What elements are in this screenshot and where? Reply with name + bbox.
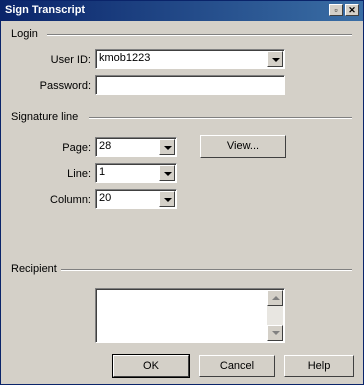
- restore-icon: ▫: [334, 5, 338, 15]
- chevron-down-icon: [164, 198, 172, 202]
- recipient-divider: [61, 269, 352, 271]
- recipient-scrollbar[interactable]: [267, 290, 283, 341]
- chevron-down-icon: [272, 58, 280, 62]
- column-combobox[interactable]: 20: [95, 189, 177, 209]
- window-title: Sign Transcript: [5, 4, 86, 16]
- chevron-down-icon: [164, 172, 172, 176]
- title-bar[interactable]: Sign Transcript ▫ ✕: [1, 1, 363, 21]
- user-id-dropdown-button[interactable]: [267, 51, 283, 67]
- ok-button-label: OK: [143, 360, 159, 372]
- password-field[interactable]: [95, 75, 285, 95]
- user-id-label-text: User ID:: [50, 54, 91, 66]
- column-value: 20: [99, 192, 112, 204]
- column-label: Column:: [50, 194, 91, 206]
- ok-button[interactable]: OK: [112, 354, 190, 378]
- scroll-down-button[interactable]: [267, 325, 283, 341]
- recipient-group-label: Recipient: [11, 263, 57, 275]
- user-id-value: kmob1223: [99, 52, 151, 64]
- signature-divider: [89, 117, 352, 119]
- chevron-down-icon: [272, 331, 280, 335]
- chevron-down-icon: [164, 146, 172, 150]
- sign-transcript-dialog: Sign Transcript ▫ ✕ Login User ID: kmob1…: [0, 0, 364, 385]
- cancel-button-label: Cancel: [219, 360, 255, 372]
- login-divider: [47, 34, 352, 36]
- signature-group-label: Signature line: [11, 111, 79, 123]
- restore-button[interactable]: ▫: [329, 4, 343, 16]
- page-label: Page:: [62, 142, 91, 154]
- view-button-label: View...: [226, 140, 260, 152]
- line-label: Line:: [67, 168, 91, 180]
- page-combobox[interactable]: 28: [95, 137, 177, 157]
- page-value: 28: [99, 140, 112, 152]
- user-id-combobox[interactable]: kmob1223: [95, 49, 285, 69]
- password-label: Password:: [39, 80, 91, 92]
- close-icon: ✕: [348, 5, 356, 15]
- scroll-up-button[interactable]: [267, 290, 283, 306]
- page-dropdown-button[interactable]: [159, 139, 175, 155]
- column-dropdown-button[interactable]: [159, 191, 175, 207]
- line-value: 1: [99, 166, 106, 178]
- chevron-up-icon: [272, 296, 280, 300]
- cancel-button[interactable]: Cancel: [199, 355, 275, 377]
- recipient-textarea[interactable]: [95, 288, 285, 343]
- help-button-label: Help: [307, 360, 331, 372]
- line-dropdown-button[interactable]: [159, 165, 175, 181]
- line-combobox[interactable]: 1: [95, 163, 177, 183]
- login-group-label: Login: [11, 28, 38, 40]
- user-id-label: User ID:: [31, 54, 91, 66]
- close-button[interactable]: ✕: [345, 4, 359, 16]
- help-button[interactable]: Help: [284, 355, 354, 377]
- view-button[interactable]: View...: [200, 135, 286, 158]
